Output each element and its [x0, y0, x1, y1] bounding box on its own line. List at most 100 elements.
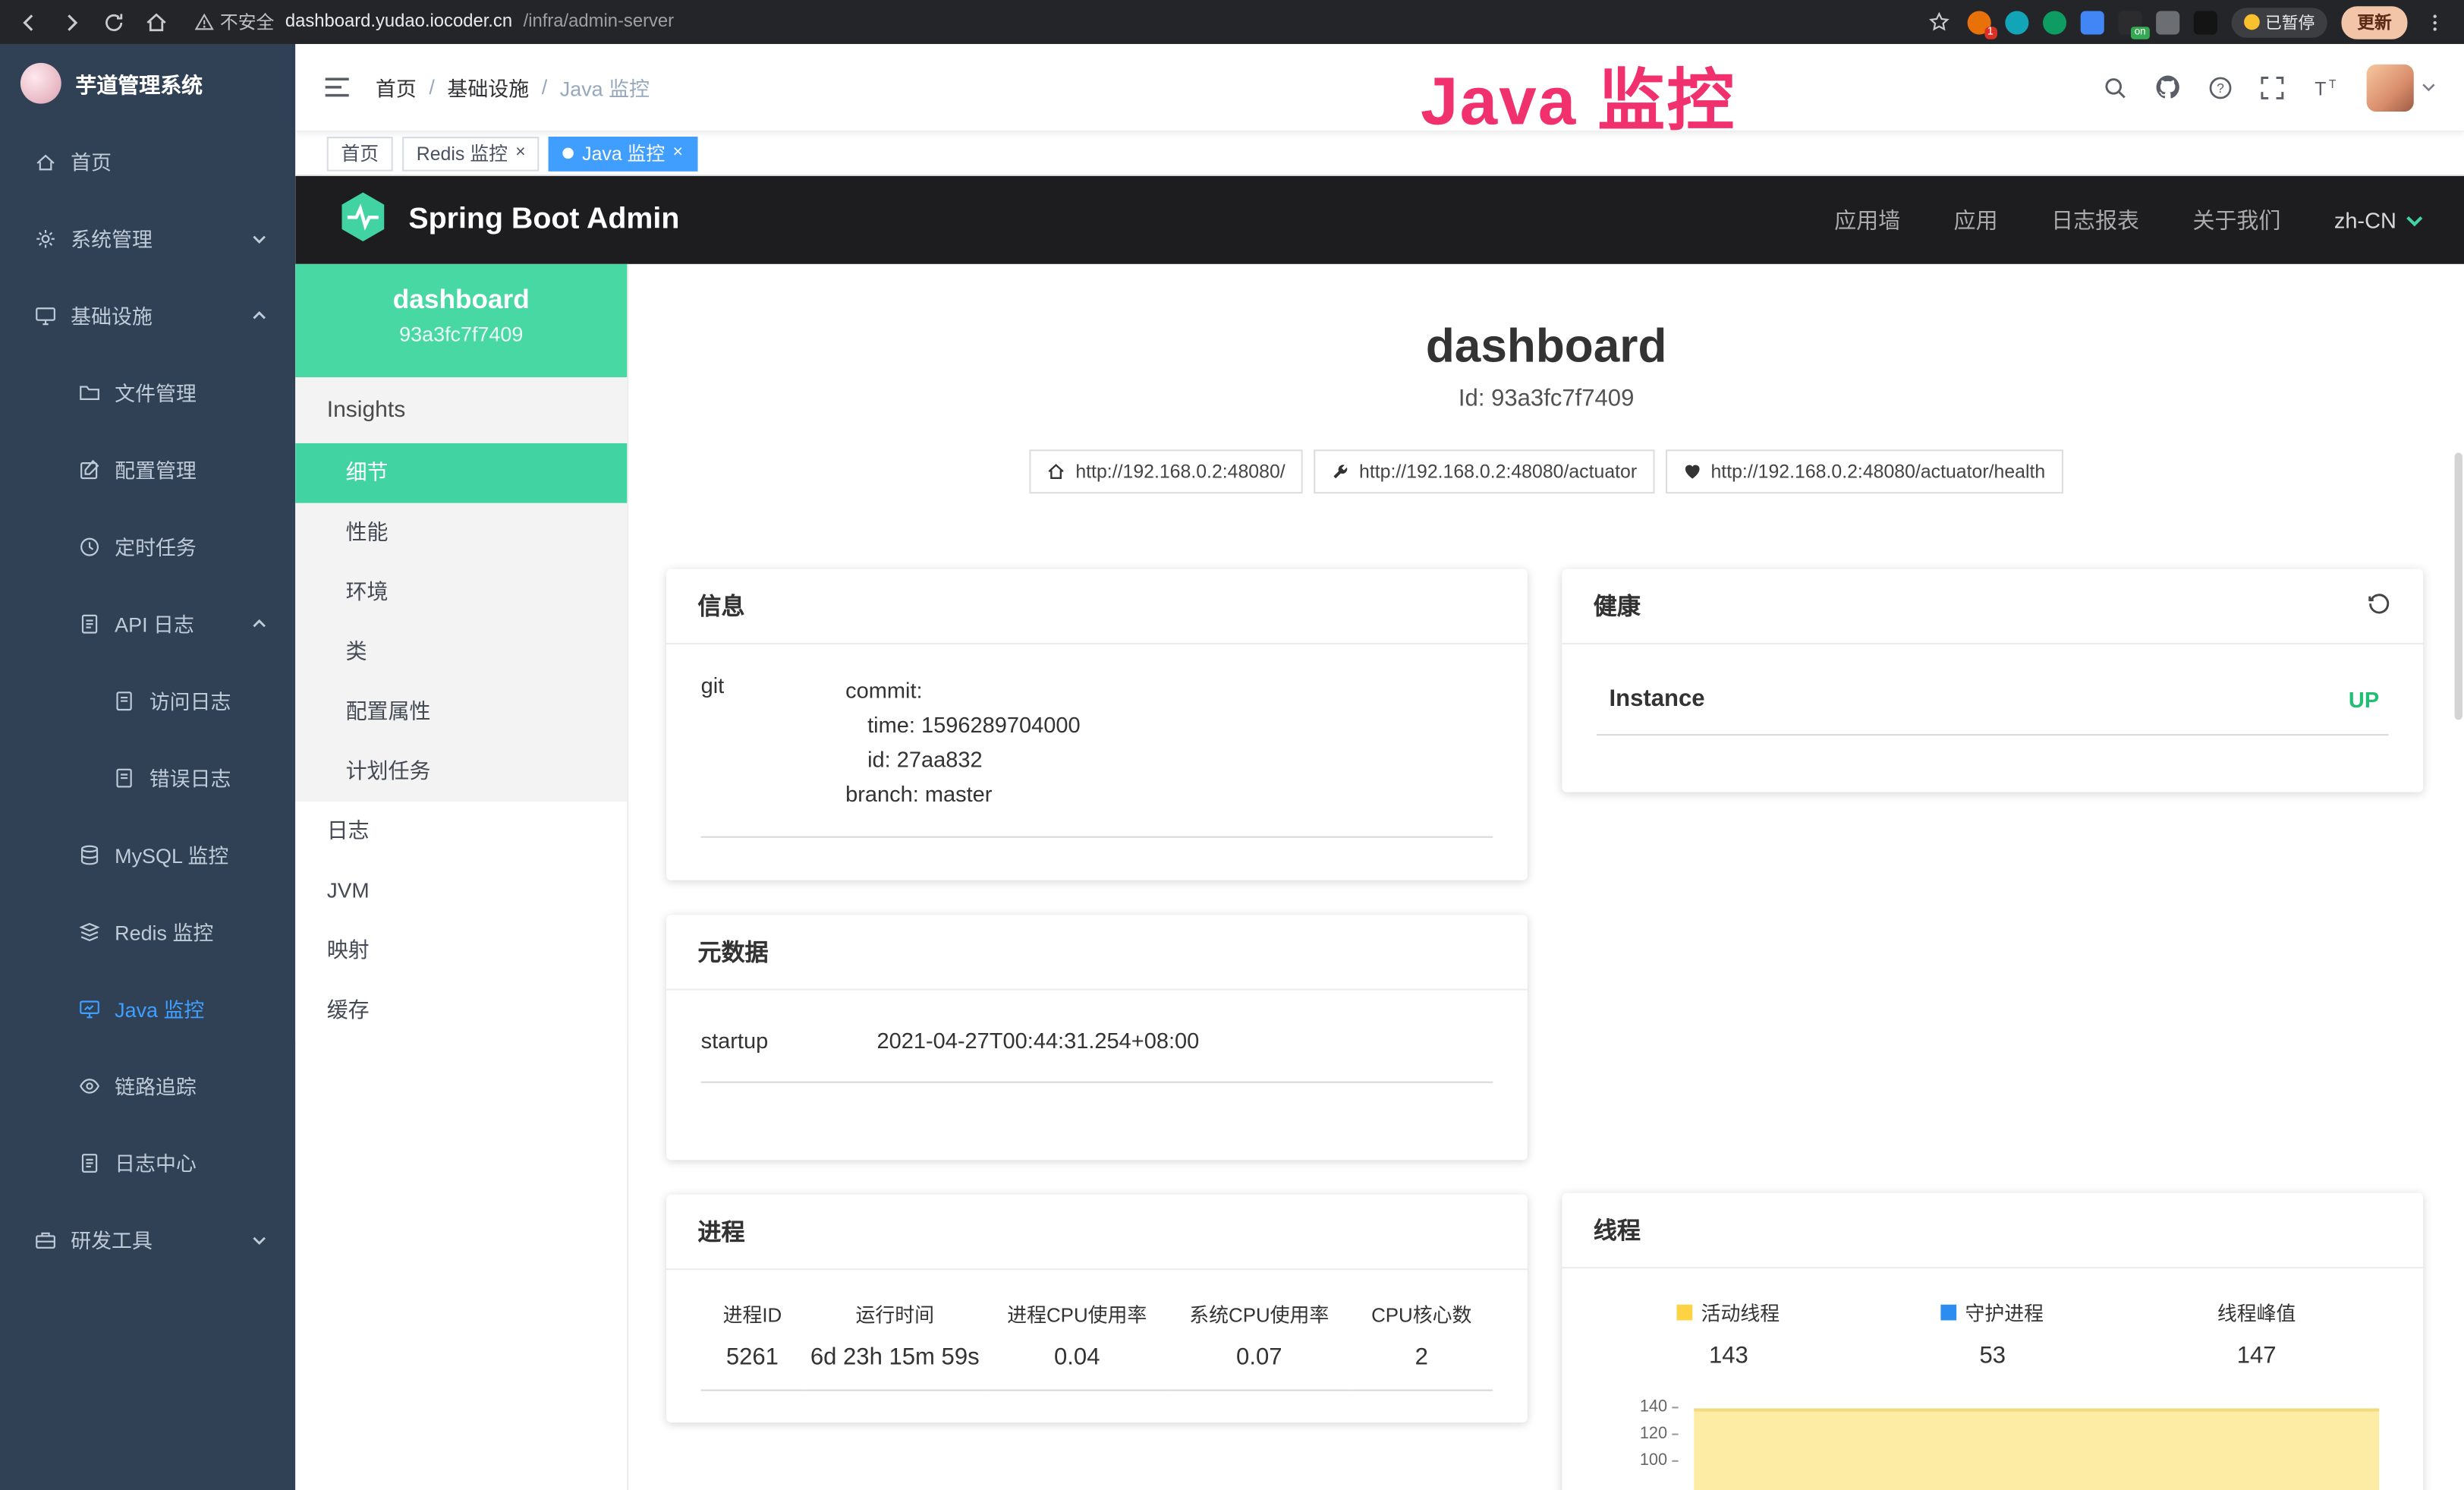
sidebar-item-access-logs[interactable]: 访问日志: [0, 662, 295, 739]
sidebar-item-config-mgmt[interactable]: 配置管理: [0, 430, 295, 507]
url-path: /infra/admin-server: [524, 13, 675, 32]
sidebar-item-file-mgmt[interactable]: 文件管理: [0, 354, 295, 430]
hamburger-icon[interactable]: [324, 75, 351, 99]
home-browser-icon[interactable]: [143, 8, 169, 35]
extension-icon-teal[interactable]: [2004, 10, 2028, 33]
main-area: 首页 / 基础设施 / Java 监控 ? TT 首页: [295, 44, 2464, 1490]
sidebar-item-mysql-monitor[interactable]: MySQL 监控: [0, 816, 295, 893]
wrench-icon: [1331, 462, 1350, 481]
warning-icon: [195, 13, 214, 32]
close-icon[interactable]: ×: [515, 145, 525, 162]
sba-nav-journal[interactable]: 日志报表: [2051, 204, 2139, 235]
url-host: dashboard.yudao.iocoder.cn: [285, 13, 512, 32]
inst-item-classes[interactable]: 类: [295, 622, 627, 682]
annotation-java-monitor: Java 监控: [1421, 47, 1735, 144]
sidebar-item-infrastructure[interactable]: 基础设施: [0, 276, 295, 353]
instance-header: dashboard 93a3fc7f7409: [295, 264, 627, 377]
actuator-url-link[interactable]: http://192.168.0.2:48080/actuator: [1314, 449, 1654, 493]
sba-nav-applications[interactable]: 应用: [1954, 204, 1998, 235]
extension-icon-orange[interactable]: 1: [1967, 10, 1990, 33]
inst-item-scheduled[interactable]: 计划任务: [295, 742, 627, 802]
sba-locale-select[interactable]: zh-CN: [2334, 207, 2423, 232]
forward-icon[interactable]: [58, 8, 85, 35]
inst-item-details[interactable]: 细节: [295, 443, 627, 503]
user-avatar[interactable]: [2367, 64, 2436, 111]
history-icon[interactable]: [2367, 591, 2392, 622]
sidebar-item-log-center[interactable]: 日志中心: [0, 1124, 295, 1201]
fullscreen-icon[interactable]: [2260, 74, 2285, 99]
address-bar[interactable]: 不安全 dashboard.yudao.iocoder.cn/infra/adm…: [195, 9, 674, 34]
tab-home[interactable]: 首页: [327, 136, 393, 171]
card-title: 线程: [1594, 1214, 1641, 1246]
sidebar-item-label: 链路追踪: [115, 1070, 197, 1100]
breadcrumb-current: Java 监控: [560, 72, 650, 102]
database-icon: [79, 920, 101, 942]
tab-label: Java 监控: [582, 140, 665, 166]
font-size-icon[interactable]: TT: [2311, 74, 2340, 99]
database-icon: [79, 843, 101, 865]
help-icon[interactable]: ?: [2208, 74, 2233, 99]
threads-legend: 活动线程 143 守护进程 53 线程峰值 14: [1597, 1296, 2389, 1369]
breadcrumb-separator: /: [542, 75, 548, 99]
sidebar-item-system-mgmt[interactable]: 系统管理: [0, 200, 295, 276]
sidebar-item-trace[interactable]: 链路追踪: [0, 1047, 295, 1123]
update-button[interactable]: 更新: [2341, 5, 2407, 38]
tags-view: 首页 Redis 监控 × Java 监控 ×: [295, 132, 2464, 176]
extension-icon-blue-grid[interactable]: [2080, 10, 2104, 33]
tab-java-monitor[interactable]: Java 监控 ×: [549, 136, 697, 171]
extension-icon-gray[interactable]: [2155, 10, 2179, 33]
instance-region: dashboard 93a3fc7f7409 Insights 细节 性能 环境…: [295, 264, 2464, 1490]
sidebar-item-error-logs[interactable]: 错误日志: [0, 739, 295, 815]
inst-item-logs[interactable]: 日志: [295, 802, 627, 862]
search-icon[interactable]: [2103, 74, 2128, 99]
sba-nav-about[interactable]: 关于我们: [2192, 204, 2280, 235]
legend-daemon-threads: 守护进程 53: [1861, 1296, 2125, 1369]
tab-redis-monitor[interactable]: Redis 监控 ×: [402, 136, 540, 171]
paused-badge[interactable]: 已暂停: [2231, 7, 2327, 36]
content-scrollbar[interactable]: [2455, 452, 2462, 720]
health-instance-label: Instance: [1609, 685, 1704, 712]
service-url-link[interactable]: http://192.168.0.2:48080/: [1030, 449, 1302, 493]
sidebar-item-api-logs[interactable]: API 日志: [0, 584, 295, 661]
chevron-down-icon: [2406, 213, 2423, 228]
process-col-system-cpu: 系统CPU使用率 0.07: [1168, 1298, 1350, 1394]
inst-item-caches[interactable]: 缓存: [295, 981, 627, 1041]
threads-card: 线程 活动线程 143 守护进程 53: [1562, 1193, 2423, 1490]
security-warning[interactable]: 不安全: [195, 9, 275, 34]
top-navbar: 首页 / 基础设施 / Java 监控 ? TT: [295, 44, 2464, 132]
inst-item-jvm[interactable]: JVM: [295, 862, 627, 921]
app-logo[interactable]: 芋道管理系统: [0, 44, 295, 123]
sba-nav-wallboard[interactable]: 应用墙: [1834, 204, 1900, 235]
extension-icon-dark[interactable]: [2193, 10, 2217, 33]
breadcrumb-home[interactable]: 首页: [376, 72, 417, 102]
close-icon[interactable]: ×: [673, 145, 683, 162]
health-url-link[interactable]: http://192.168.0.2:48080/actuator/health: [1665, 449, 2063, 493]
extension-icon-on[interactable]: on: [2117, 10, 2141, 33]
sidebar-item-scheduled-tasks[interactable]: 定时任务: [0, 508, 295, 584]
inst-item-config-props[interactable]: 配置属性: [295, 682, 627, 742]
svg-text:?: ?: [2217, 80, 2224, 95]
svg-text:T: T: [2329, 77, 2337, 90]
bookmark-star-icon[interactable]: [1926, 8, 1953, 35]
kebab-menu-icon[interactable]: [2422, 8, 2448, 35]
inst-item-mappings[interactable]: 映射: [295, 921, 627, 981]
back-icon[interactable]: [16, 8, 42, 35]
sidebar-item-dev-tools[interactable]: 研发工具: [0, 1201, 295, 1277]
sidebar-item-label: 研发工具: [71, 1224, 153, 1254]
document-icon: [79, 1151, 101, 1173]
breadcrumb-infrastructure[interactable]: 基础设施: [447, 72, 529, 102]
sidebar-item-java-monitor[interactable]: Java 监控: [0, 970, 295, 1047]
reload-icon[interactable]: [101, 8, 127, 35]
chevron-down-icon: [251, 1231, 267, 1247]
java-monitor-icon: [79, 997, 101, 1019]
inst-item-performance[interactable]: 性能: [295, 503, 627, 563]
sidebar-item-redis-monitor[interactable]: Redis 监控: [0, 893, 295, 969]
security-label: 不安全: [220, 9, 274, 34]
sidebar-item-home[interactable]: 首页: [0, 123, 295, 200]
extension-icon-green-circle[interactable]: [2042, 10, 2066, 33]
inst-item-environment[interactable]: 环境: [295, 562, 627, 622]
legend-swatch-blue: [1941, 1304, 1957, 1320]
metadata-value: 2021-04-27T00:44:31.254+08:00: [877, 1028, 1493, 1053]
sba-header: Spring Boot Admin 应用墙 应用 日志报表 关于我们 zh-CN: [295, 176, 2464, 264]
github-icon[interactable]: [2154, 74, 2181, 100]
